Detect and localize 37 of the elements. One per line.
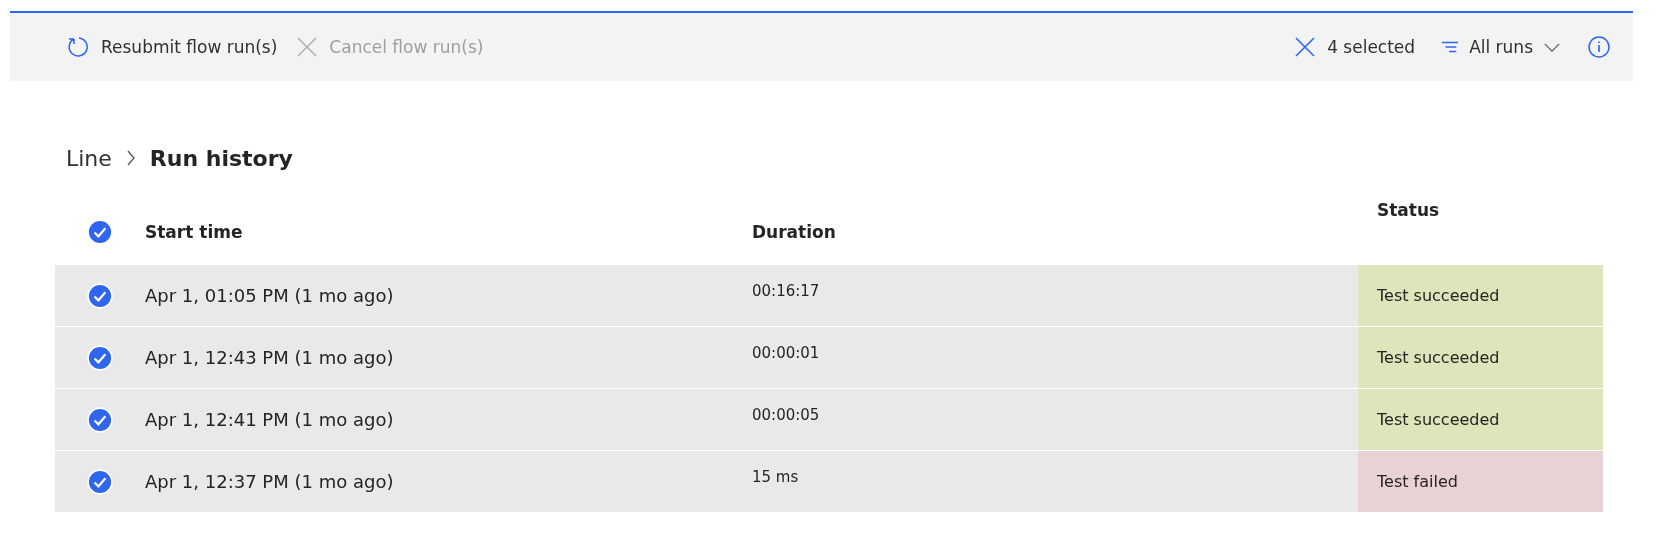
row-checkbox[interactable] [87, 282, 113, 309]
table-cell-text: 15 ms [752, 467, 800, 488]
status-cell: Test failed [1358, 451, 1603, 512]
table-cell-text: Apr 1, 01:05 PM (1 mo ago) [145, 285, 395, 306]
table-row[interactable]: Apr 1, 12:41 PM (1 mo ago) 00:00:05 Test succeeded [55, 388, 1603, 450]
table-row[interactable]: Apr 1, 12:43 PM (1 mo ago) 00:00:01 Test succeeded [55, 326, 1603, 388]
table-cell-text: Apr 1, 12:41 PM (1 mo ago) [145, 409, 395, 430]
resubmit-button[interactable]: Resubmit flow run(s) [65, 31, 280, 63]
close-icon [295, 35, 320, 59]
row-checkbox[interactable] [87, 344, 113, 371]
chevron-down-icon [1543, 41, 1561, 53]
page-title: Run history [149, 145, 293, 171]
table-cell-text: Apr 1, 12:43 PM (1 mo ago) [145, 347, 395, 368]
row-checkbox[interactable] [87, 406, 113, 433]
column-header[interactable]: Status [1358, 200, 1603, 264]
breadcrumb-link[interactable]: Line [66, 145, 112, 171]
column-header[interactable]: Duration [752, 222, 1358, 242]
filter-dropdown[interactable]: All runs [1439, 33, 1563, 61]
column-header[interactable]: Start time [145, 222, 752, 242]
status-cell: Test succeeded [1358, 327, 1603, 388]
chevron-right-icon [125, 149, 136, 167]
table-cell-text: Apr 1, 12:37 PM (1 mo ago) [145, 471, 395, 492]
status-cell: Test succeeded [1358, 265, 1603, 326]
info-button[interactable] [1585, 33, 1613, 61]
filter-icon [1441, 39, 1460, 55]
info-icon [1587, 35, 1611, 59]
table-row[interactable]: Apr 1, 12:37 PM (1 mo ago) 15 ms Test failed [55, 450, 1603, 512]
select-all-checkbox[interactable] [87, 219, 113, 245]
table-cell-text: 00:16:17 [752, 281, 821, 302]
clear-selection-button[interactable]: 4 selected [1291, 31, 1418, 63]
row-checkbox[interactable] [87, 468, 113, 495]
close-icon [1293, 35, 1318, 59]
table-row[interactable]: Apr 1, 01:05 PM (1 mo ago) 00:16:17 Test succeeded [55, 264, 1603, 326]
refresh-icon [67, 35, 91, 59]
table-cell-text: 00:00:01 [752, 343, 821, 364]
table-cell-text: 00:00:05 [752, 405, 821, 426]
status-cell: Test succeeded [1358, 389, 1603, 450]
